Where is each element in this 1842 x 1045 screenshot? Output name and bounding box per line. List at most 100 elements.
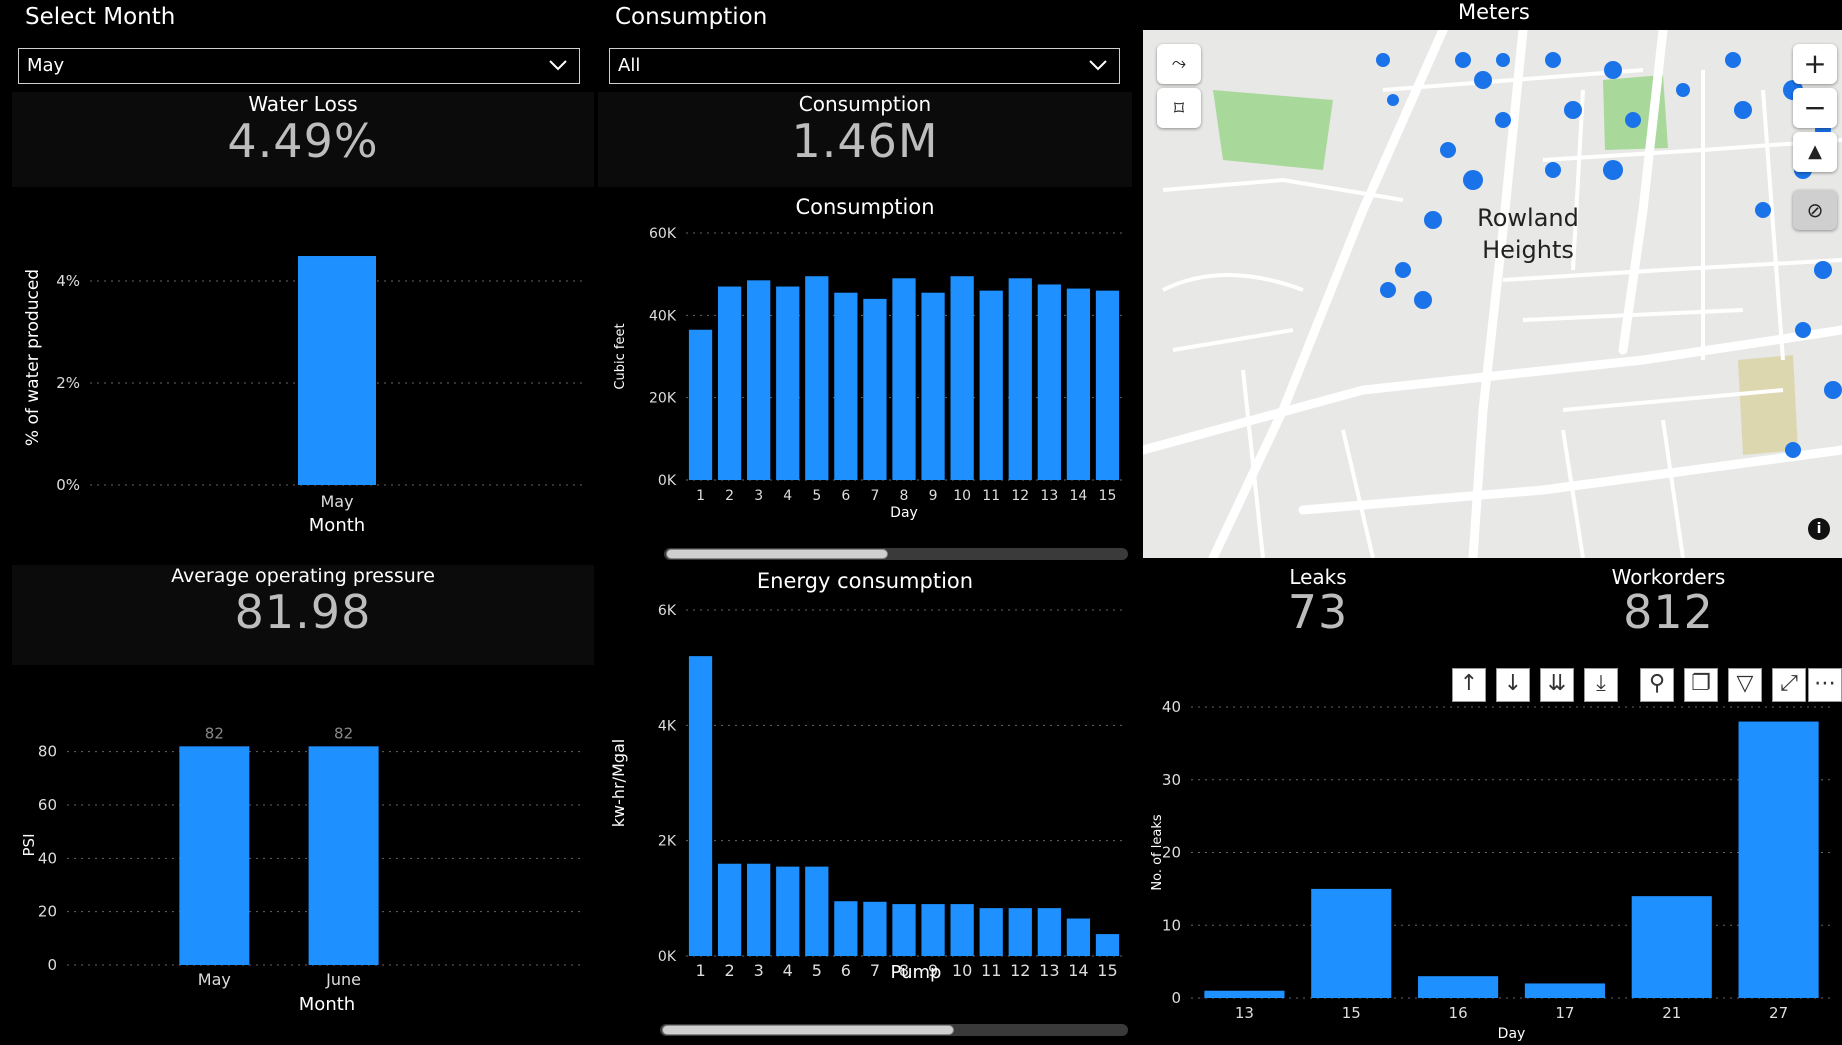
bar[interactable]: [179, 746, 250, 965]
meters-title: Meters: [1458, 0, 1530, 24]
x-tick-label: 1: [696, 488, 705, 504]
bar[interactable]: [1311, 888, 1392, 998]
y-tick-label: 6K: [658, 603, 677, 619]
bar[interactable]: [863, 901, 887, 956]
bar[interactable]: [805, 276, 829, 480]
lasso-icon[interactable]: ⤳: [1157, 44, 1201, 84]
workorders-card: Workorders 812: [1495, 565, 1842, 665]
bar[interactable]: [1008, 908, 1032, 956]
workorders-value: 812: [1623, 585, 1714, 639]
compass-icon[interactable]: ▲: [1793, 132, 1837, 172]
energy-scrollbar[interactable]: [660, 1024, 1128, 1036]
x-tick-label: 10: [952, 961, 972, 980]
leaks-card: Leaks 73: [1143, 565, 1493, 665]
consumption-scroll-thumb[interactable]: [666, 549, 888, 559]
consumption-scrollbar[interactable]: [664, 548, 1128, 560]
y-tick-label: 20K: [649, 391, 677, 407]
zoom-out-icon[interactable]: −: [1793, 88, 1837, 128]
x-tick-label: 11: [981, 961, 1001, 980]
chevron-down-icon: [1087, 53, 1109, 82]
bar[interactable]: [921, 904, 945, 956]
filter-icon[interactable]: ▽: [1728, 668, 1762, 702]
y-tick-label: 0%: [56, 476, 80, 494]
bar[interactable]: [717, 863, 742, 956]
bar[interactable]: [1095, 290, 1120, 480]
x-tick-label: 6: [841, 961, 851, 980]
bar[interactable]: [298, 256, 376, 485]
water-loss-card: Water Loss 4.49%: [12, 92, 594, 187]
bar[interactable]: [1066, 918, 1091, 956]
bar[interactable]: [805, 866, 829, 956]
drill-down-icon[interactable]: ↓: [1496, 668, 1530, 702]
x-tick-label: 5: [812, 961, 822, 980]
bar[interactable]: [1037, 284, 1061, 480]
expand-all-icon[interactable]: ⇊: [1540, 668, 1574, 702]
y-tick-label: 40K: [649, 308, 677, 324]
copy-icon[interactable]: ❐: [1684, 668, 1718, 702]
zoom-in-icon[interactable]: +: [1793, 44, 1837, 84]
leaks-value: 73: [1287, 585, 1349, 639]
x-tick-label: 5: [812, 488, 821, 504]
bar[interactable]: [1738, 721, 1819, 998]
energy-scroll-thumb[interactable]: [662, 1025, 954, 1035]
bar[interactable]: [747, 280, 771, 480]
bar[interactable]: [776, 286, 800, 480]
locate-off-icon[interactable]: ⊘: [1793, 190, 1837, 230]
consumption-dropdown[interactable]: All: [609, 48, 1120, 84]
pin-icon[interactable]: ⚲: [1640, 668, 1674, 702]
bar[interactable]: [1066, 288, 1091, 480]
expand-next-icon[interactable]: ⤓: [1584, 668, 1618, 702]
y-tick-label: 20: [38, 903, 57, 921]
bar[interactable]: [834, 901, 858, 956]
pressure-value: 81.98: [234, 585, 372, 639]
leaks-chart[interactable]: 01020304013 15 16 17 21 27DayNo. of leaks: [1143, 665, 1842, 1043]
bar[interactable]: [688, 329, 713, 480]
x-axis-label: Month: [299, 994, 355, 1015]
bar[interactable]: [921, 292, 945, 480]
rectangle-select-icon[interactable]: ⌑: [1157, 88, 1201, 128]
bar[interactable]: [747, 863, 771, 956]
water-loss-chart[interactable]: 0% 2% 4% May Month % of water produced: [12, 190, 594, 565]
bar[interactable]: [979, 290, 1003, 480]
more-options-icon[interactable]: ⋯: [1808, 668, 1842, 702]
bar[interactable]: [1204, 990, 1285, 998]
x-tick-label: June: [325, 970, 361, 989]
x-tick-label: 21: [1662, 1004, 1681, 1022]
map-basemap: Rowland Heights: [1143, 30, 1842, 558]
x-tick-label: 3: [754, 488, 763, 504]
y-tick-label: 0: [1171, 989, 1181, 1007]
bar[interactable]: [1095, 934, 1120, 956]
bar[interactable]: [1418, 976, 1499, 998]
bar[interactable]: [688, 656, 713, 956]
consumption-kpi-title: Consumption: [798, 92, 932, 116]
info-icon[interactable]: i: [1808, 518, 1830, 540]
bar[interactable]: [979, 908, 1003, 956]
month-dropdown[interactable]: May: [18, 48, 580, 84]
meters-map[interactable]: Rowland Heights ⤳ ⌑ + − ▲ ⊘ i: [1143, 30, 1842, 558]
y-axis-label: No. of leaks: [1150, 814, 1165, 890]
focus-mode-icon[interactable]: ⤢: [1772, 668, 1806, 702]
pressure-card: Average operating pressure 81.98: [12, 565, 594, 665]
bar[interactable]: [1631, 896, 1712, 998]
bar[interactable]: [1008, 278, 1032, 480]
x-tick-label: 27: [1769, 1004, 1788, 1022]
pressure-chart[interactable]: 0 20 40 60 80 May 82 June 82 Month PSI: [12, 665, 594, 1043]
select-month-title: Select Month: [25, 4, 176, 30]
bar[interactable]: [834, 292, 858, 480]
bar[interactable]: [1524, 983, 1605, 998]
bar[interactable]: [776, 866, 800, 956]
bar[interactable]: [1037, 908, 1061, 956]
bar[interactable]: [863, 298, 887, 480]
bar[interactable]: [892, 904, 916, 956]
drill-up-icon[interactable]: ↑: [1452, 668, 1486, 702]
consumption-chart[interactable]: Consumption0K20K40K60K1 2 3 4 5 6 7 8 9 10 11 12 13 1…: [598, 188, 1132, 565]
bar[interactable]: [892, 278, 916, 480]
bar[interactable]: [950, 276, 974, 480]
x-tick-label: 14: [1069, 488, 1087, 504]
bar[interactable]: [950, 904, 974, 956]
energy-chart[interactable]: Energy consumption0K2K4K6K1 2 3 4 5 6 7 8 9 10 11 1…: [598, 565, 1132, 1043]
bar[interactable]: [717, 286, 742, 480]
data-label: 82: [205, 724, 224, 742]
bar[interactable]: [308, 746, 379, 965]
x-tick-label: 15: [1099, 488, 1117, 504]
